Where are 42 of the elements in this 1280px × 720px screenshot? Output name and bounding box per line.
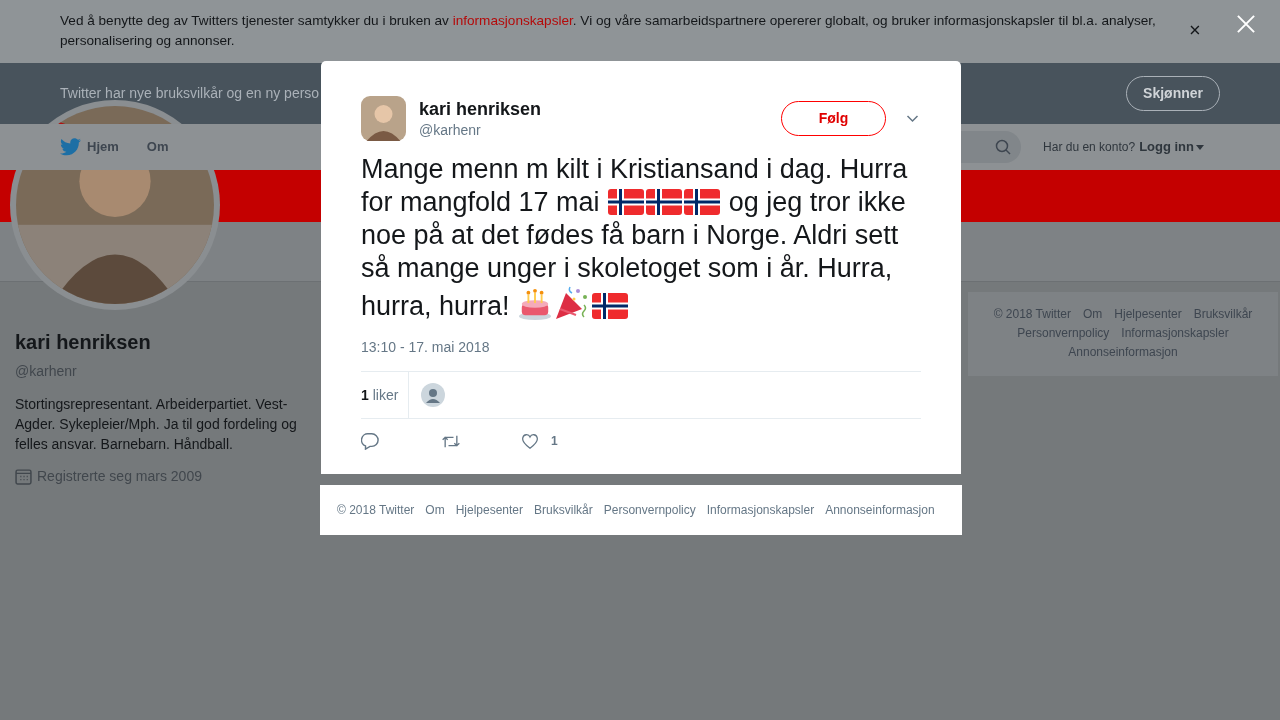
tweet-text: Mange menn m kilt i Kristiansand i dag. Hurra for mangfold 17 mai og jeg tror ikke noe på at det fødes få barn i Norge. Aldri sett så mange unger i skoletoget som i år. Hurra, hurra, hurra! [361, 153, 909, 323]
login-link[interactable]: Logg inn [1139, 137, 1204, 157]
like-count[interactable]: 1 liker [361, 371, 410, 419]
footer-link[interactable]: Om [425, 501, 445, 519]
footer-link[interactable]: Informasjonskapsler [706, 501, 815, 519]
close-icon[interactable] [1190, 25, 1200, 35]
cake-icon [518, 287, 553, 321]
footer-link[interactable]: © 2018 Twitter [993, 306, 1071, 323]
caret-icon [1196, 144, 1204, 150]
chevron-down-icon[interactable] [906, 114, 919, 123]
footer-link[interactable]: Annonseinformasjon [1068, 344, 1178, 361]
norway-flag-icon [684, 189, 721, 215]
tweet-timestamp[interactable]: 13:10 - 17. mai 2018 [361, 337, 490, 358]
footer-link[interactable]: Personvernpolicy [603, 501, 696, 519]
avatar [361, 96, 406, 141]
footer-link[interactable]: Bruksvilkår [1193, 306, 1253, 323]
account-prompt: Har du en konto? [1043, 139, 1136, 156]
footer-link[interactable]: Hjelpesenter [455, 501, 524, 519]
footer-link[interactable]: Hjelpesenter [1114, 306, 1182, 323]
footer-link[interactable]: Annonseinformasjon [825, 501, 935, 519]
norway-flag-icon [592, 293, 629, 319]
reply-icon[interactable] [361, 432, 379, 450]
footer-link[interactable]: Personvernpolicy [1017, 325, 1110, 342]
footer-link[interactable]: © 2018 Twitter [337, 501, 415, 519]
norway-flag-icon [608, 189, 645, 215]
footer-link[interactable]: Bruksvilkår [534, 501, 593, 519]
terms-text: Twitter har nye bruksvilkår og en ny perso [60, 84, 320, 103]
footer-link[interactable]: Om [1082, 306, 1103, 323]
heart-icon[interactable] [521, 432, 539, 450]
author-handle[interactable]: @karhenr [419, 119, 781, 140]
profile-name: kari henriksen [15, 330, 152, 355]
nav-link[interactable]: Hjem [87, 137, 119, 157]
norway-flag-icon [646, 189, 683, 215]
author-name[interactable]: kari henriksen [419, 97, 781, 120]
user-avatar-icon[interactable] [421, 383, 446, 407]
cookie-notice: Ved å benytte deg av Twitters tjenester samtykker du i bruken av informasjonskapsler. Vi og våre samarbeidspartnere opererer globalt, og bruker informasjonskapsler til bl.a. analyser, personalisering og annonser. [60, 12, 1157, 50]
calendar-icon [15, 468, 32, 485]
footer-link[interactable]: Informasjonskapsler [1121, 325, 1229, 342]
profile-bio: Stortingsrepresentant. Arbeiderpartiet. Vest-Agder. Sykepleier/Mph. Ja til god fordeling og felles ansvar. Barnebarn. Håndball. [15, 395, 298, 454]
like-action-count: 1 [551, 433, 558, 450]
search-icon [995, 139, 1012, 155]
nav-link[interactable]: Om [146, 137, 169, 157]
